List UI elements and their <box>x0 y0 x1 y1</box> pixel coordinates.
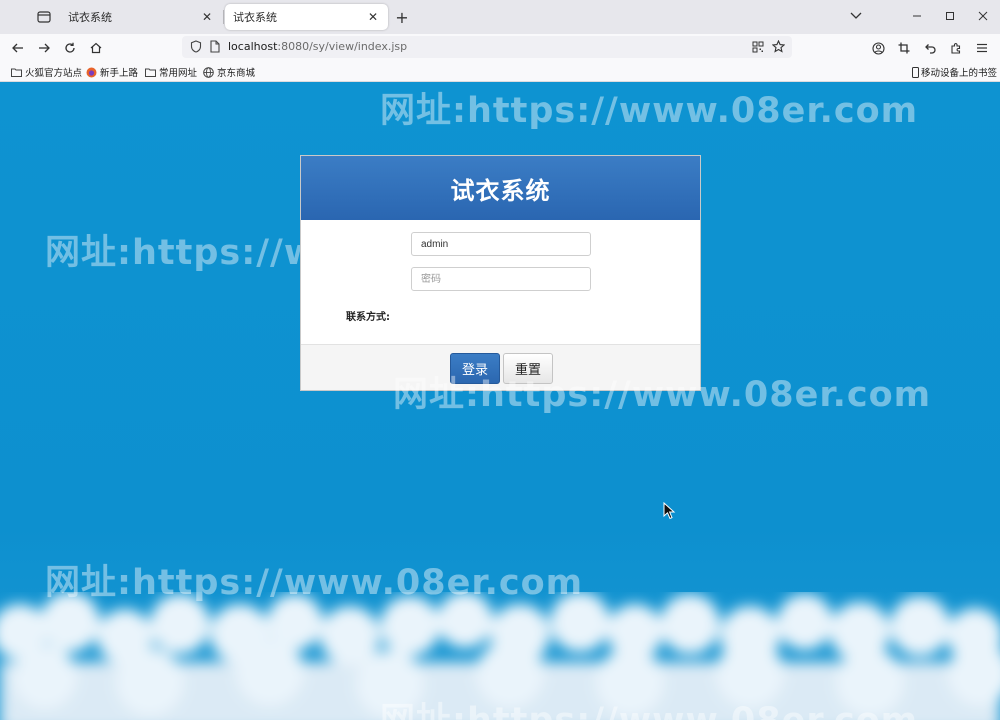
tab-2-label: 试衣系统 <box>233 11 277 24</box>
bookmarks-bar: 火狐官方站点 新手上路 常用网址 京东商城 移动设备上的书签 <box>0 61 1000 82</box>
bookmark-getting-started[interactable]: 新手上路 <box>85 64 138 80</box>
chevron-down-icon <box>850 12 862 19</box>
undo-close-button[interactable] <box>919 37 941 59</box>
page-icon[interactable] <box>210 40 220 56</box>
screenshot-button[interactable] <box>893 37 915 59</box>
forward-button[interactable] <box>33 37 55 59</box>
qr-code-icon[interactable] <box>752 41 764 56</box>
account-icon <box>871 41 885 55</box>
bookmark-label: 常用网址 <box>159 68 198 79</box>
bookmark-jd[interactable]: 京东商城 <box>202 64 255 80</box>
menu-button[interactable] <box>971 37 993 59</box>
minimize-button[interactable] <box>906 6 928 26</box>
login-title: 试衣系统 <box>450 176 551 205</box>
watermark: 网址:https://www.08er.com <box>393 375 932 415</box>
maximize-button[interactable] <box>939 6 961 26</box>
folder-icon <box>10 66 22 78</box>
watermark: 网址:https://www.08er.com <box>45 563 584 603</box>
bookmark-label: 火狐官方站点 <box>25 68 83 79</box>
url-host: localhost <box>228 40 278 53</box>
watermark: 网址:https://www.08er.com <box>380 692 918 720</box>
bookmark-label: 新手上路 <box>100 68 139 79</box>
globe-icon <box>202 66 214 78</box>
arrow-right-icon <box>39 43 50 53</box>
back-button[interactable] <box>7 37 29 59</box>
mouse-cursor-icon <box>663 502 676 520</box>
new-tab-button[interactable]: + <box>392 7 412 27</box>
list-all-tabs-button[interactable] <box>845 6 867 26</box>
tab-list-icon <box>37 11 51 23</box>
tab-2-active[interactable]: 试衣系统 ✕ <box>225 4 388 30</box>
password-input[interactable] <box>411 267 591 291</box>
page-content: 网址:https://www.08er.com 网址:https://www.0… <box>0 82 1000 720</box>
tab-bar: 试衣系统 ✕ 试衣系统 ✕ + <box>0 0 1000 34</box>
tab-separator <box>223 10 224 24</box>
contact-label: 联系方式: <box>346 312 390 323</box>
undo-icon <box>925 44 936 54</box>
login-panel: 试衣系统 联系方式: 登录 重置 <box>300 155 701 391</box>
tab-1[interactable]: 试衣系统 ✕ <box>60 4 222 30</box>
url-path: :8080/sy/view/index.jsp <box>277 40 408 53</box>
mobile-bookmarks[interactable]: 移动设备上的书签 <box>911 64 997 80</box>
mobile-bookmarks-label: 移动设备上的书签 <box>921 68 998 79</box>
address-bar[interactable]: localhost:8080/sy/view/index.jsp <box>182 36 792 58</box>
arrow-left-icon <box>12 43 23 53</box>
puzzle-icon <box>951 43 961 54</box>
tab-1-label: 试衣系统 <box>68 11 112 24</box>
star-icon[interactable] <box>771 39 786 56</box>
reload-icon <box>65 42 75 53</box>
watermark: 网址:https://www.08er.com <box>380 91 919 131</box>
account-button[interactable] <box>867 37 889 59</box>
shield-icon[interactable] <box>190 40 202 56</box>
minimize-icon <box>913 15 921 17</box>
home-button[interactable] <box>85 37 107 59</box>
home-icon <box>90 42 102 54</box>
crop-icon <box>898 42 910 54</box>
bookmark-label: 京东商城 <box>217 68 256 79</box>
bookmark-firefox-official[interactable]: 火狐官方站点 <box>10 64 82 80</box>
login-form: 联系方式: <box>301 220 700 344</box>
phone-icon <box>911 66 919 78</box>
close-window-button[interactable] <box>972 6 994 26</box>
login-header: 试衣系统 <box>301 156 700 220</box>
hamburger-icon <box>977 43 987 53</box>
reload-button[interactable] <box>59 37 81 59</box>
close-icon[interactable]: ✕ <box>200 10 214 24</box>
extensions-button[interactable] <box>945 37 967 59</box>
url-text[interactable]: localhost:8080/sy/view/index.jsp <box>228 40 407 53</box>
folder-icon <box>144 66 156 78</box>
bookmark-common-sites[interactable]: 常用网址 <box>144 64 197 80</box>
tab-list-button[interactable] <box>30 7 58 27</box>
username-input[interactable] <box>411 232 591 256</box>
firefox-icon <box>85 66 97 78</box>
close-icon[interactable]: ✕ <box>366 10 380 24</box>
maximize-icon <box>946 12 954 20</box>
navigation-bar: localhost:8080/sy/view/index.jsp <box>0 34 1000 61</box>
close-icon <box>978 11 988 21</box>
